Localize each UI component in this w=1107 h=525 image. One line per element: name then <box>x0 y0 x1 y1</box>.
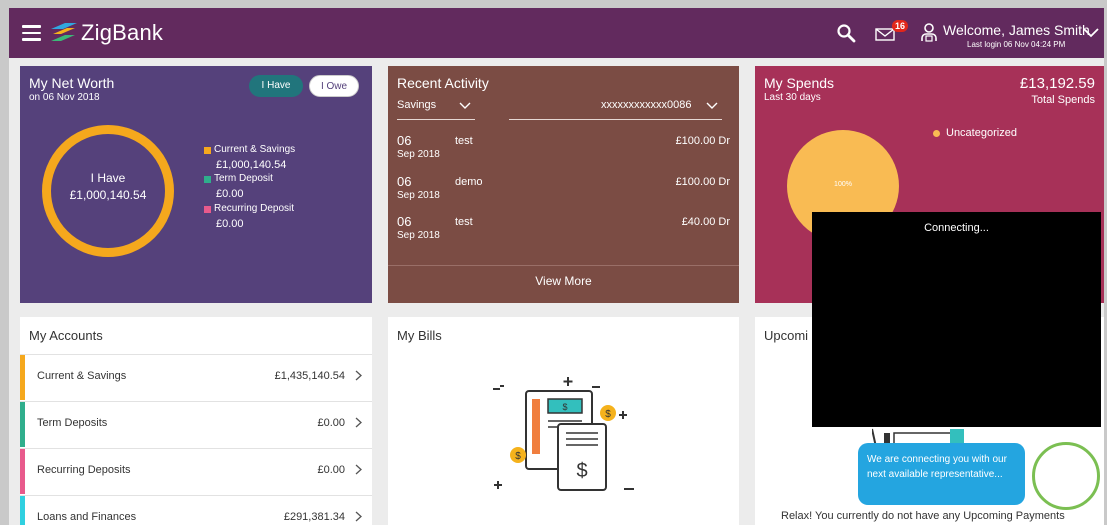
account-row-loans-finances[interactable]: Loans and Finances £291,381.34 <box>20 495 372 525</box>
chevron-right-icon[interactable] <box>355 370 363 381</box>
account-color-bar <box>20 402 25 447</box>
search-icon[interactable] <box>836 23 856 43</box>
connecting-status: Connecting... <box>924 222 989 234</box>
legend-value-current-savings: £1,000,140.54 <box>216 159 287 171</box>
upcoming-empty-message: Relax! You currently do not have any Upc… <box>781 510 1065 522</box>
brand-name[interactable]: ZigBank <box>81 20 163 46</box>
my-bills-title: My Bills <box>397 328 442 343</box>
donut-center-label: I Have <box>90 171 126 185</box>
spends-period: Last 30 days <box>764 92 821 103</box>
net-worth-card: My Net Worth on 06 Nov 2018 I Have I Owe… <box>20 66 372 303</box>
account-number-select[interactable]: xxxxxxxxxxxx0086 <box>601 99 691 111</box>
menu-icon[interactable] <box>22 25 41 41</box>
activity-amount: £100.00 Dr <box>675 135 730 147</box>
activity-day: 06 <box>397 133 412 148</box>
pie-percent-label: 100% <box>834 181 852 188</box>
legend-swatch-recurring-deposit <box>204 206 211 213</box>
legend-label-term-deposit: Term Deposit <box>214 173 273 184</box>
activity-description[interactable]: demo <box>455 176 483 188</box>
zigbank-logo-icon <box>51 23 77 41</box>
my-bills-card: My Bills $ $ $ $ <box>388 317 739 525</box>
app-frame: ZigBank 16 Welcome, James Smith Last log… <box>9 8 1104 525</box>
account-color-bar <box>20 355 25 400</box>
view-more-link[interactable]: View More <box>388 265 739 303</box>
activity-day: 06 <box>397 214 412 229</box>
welcome-text[interactable]: Welcome, James Smith <box>943 22 1090 38</box>
legend-value-term-deposit: £0.00 <box>216 188 244 200</box>
activity-amount: £100.00 Dr <box>675 176 730 188</box>
account-name: Term Deposits <box>37 417 108 429</box>
account-color-bar <box>20 449 25 494</box>
activity-description[interactable]: test <box>455 135 473 147</box>
chat-bubble[interactable]: We are connecting you with our next avai… <box>858 443 1025 505</box>
top-bar: ZigBank 16 Welcome, James Smith Last log… <box>9 8 1104 58</box>
account-row-current-savings[interactable]: Current & Savings £1,435,140.54 <box>20 354 372 400</box>
my-accounts-title: My Accounts <box>29 328 103 343</box>
account-row-term-deposits[interactable]: Term Deposits £0.00 <box>20 401 372 447</box>
net-worth-date: on 06 Nov 2018 <box>29 92 100 103</box>
bills-illustration-icon: $ $ $ $ <box>493 377 634 491</box>
svg-text:$: $ <box>605 409 611 420</box>
activity-month: Sep 2018 <box>397 149 440 160</box>
svg-text:$: $ <box>562 402 567 412</box>
account-color-bar <box>20 496 25 525</box>
activity-month: Sep 2018 <box>397 190 440 201</box>
chevron-right-icon[interactable] <box>355 464 363 475</box>
legend-label-current-savings: Current & Savings <box>214 144 296 155</box>
recent-activity-title: Recent Activity <box>397 75 489 91</box>
recent-activity-card: Recent Activity Savings xxxxxxxxxxxx0086… <box>388 66 739 303</box>
legend-dot-uncategorized <box>933 130 940 137</box>
account-value: £0.00 <box>317 464 345 476</box>
my-spends-title: My Spends <box>764 75 835 91</box>
video-call-window[interactable]: Connecting... <box>812 212 1101 427</box>
activity-description[interactable]: test <box>455 216 473 228</box>
account-name: Current & Savings <box>37 370 127 382</box>
account-value: £291,381.34 <box>283 511 345 523</box>
legend-label-recurring-deposit: Recurring Deposit <box>214 203 295 214</box>
account-name: Recurring Deposits <box>37 464 131 476</box>
account-row-recurring-deposits[interactable]: Recurring Deposits £0.00 <box>20 448 372 494</box>
svg-text:$: $ <box>576 460 587 482</box>
activity-amount: £40.00 Dr <box>681 216 730 228</box>
chat-agent-avatar[interactable] <box>1032 442 1100 510</box>
account-select-underline <box>509 119 722 120</box>
legend-swatch-term-deposit <box>204 176 211 183</box>
account-name: Loans and Finances <box>37 511 137 523</box>
mail-count-badge: 16 <box>892 20 909 32</box>
my-accounts-card: My Accounts Current & Savings £1,435,140… <box>20 317 372 525</box>
chevron-down-icon[interactable] <box>1083 26 1099 38</box>
activity-day: 06 <box>397 174 412 189</box>
activity-type-select[interactable]: Savings <box>397 99 436 111</box>
net-worth-title: My Net Worth <box>29 75 115 91</box>
mail-icon[interactable] <box>875 28 895 41</box>
donut-center-value: £1,000,140.54 <box>69 188 147 202</box>
chevron-down-icon[interactable] <box>459 102 471 110</box>
upcoming-payments-title: Upcomi <box>764 328 809 343</box>
user-icon[interactable] <box>920 22 938 42</box>
legend-swatch-current-savings <box>204 147 211 154</box>
i-have-toggle[interactable]: I Have <box>249 75 303 97</box>
last-login-text: Last login 06 Nov 04:24 PM <box>967 40 1066 49</box>
account-value: £1,435,140.54 <box>274 370 345 382</box>
chevron-down-icon[interactable] <box>706 102 718 110</box>
total-spends-label: Total Spends <box>1031 94 1095 106</box>
chevron-right-icon[interactable] <box>355 417 363 428</box>
legend-label-uncategorized: Uncategorized <box>946 127 1017 139</box>
chevron-right-icon[interactable] <box>355 511 363 522</box>
svg-text:$: $ <box>515 451 521 462</box>
total-spends-amount: £13,192.59 <box>1019 75 1095 92</box>
account-value: £0.00 <box>317 417 345 429</box>
legend-value-recurring-deposit: £0.00 <box>216 218 244 230</box>
activity-month: Sep 2018 <box>397 230 440 241</box>
i-owe-toggle[interactable]: I Owe <box>309 75 359 97</box>
type-select-underline <box>397 119 475 120</box>
